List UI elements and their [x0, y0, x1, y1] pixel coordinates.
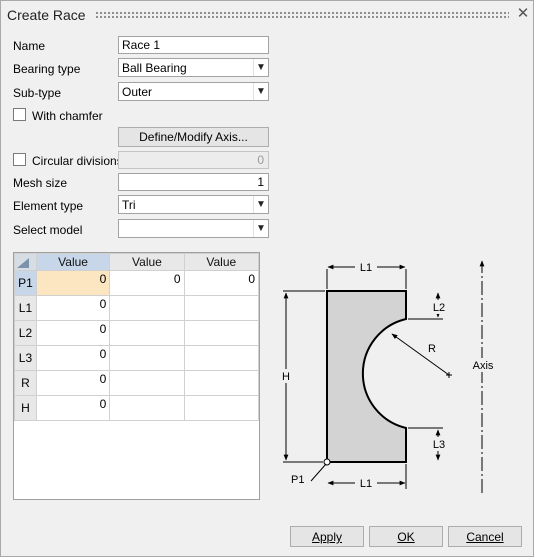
table-row: L1 0 [14, 295, 259, 321]
create-race-dialog: Create Race ✕ Name Race 1 Bearing type B… [0, 0, 534, 557]
diagram-label-l1-bottom: L1 [360, 478, 372, 490]
diagram-label-l1-top: L1 [360, 262, 372, 274]
table-row: H 0 [14, 395, 259, 421]
apply-label: Apply [311, 530, 343, 544]
subtype-value: Outer [122, 85, 153, 99]
grid-cell[interactable]: 0 [35, 395, 111, 421]
grid-cell[interactable] [109, 345, 185, 371]
subtype-select[interactable]: Outer ▼ [118, 82, 269, 101]
subtype-label: Sub-type [13, 86, 62, 100]
grid-cell[interactable]: 0 [183, 270, 259, 296]
grid-cell[interactable] [183, 295, 259, 321]
row-header-l1[interactable]: L1 [14, 295, 37, 321]
chamfer-checkbox[interactable] [13, 108, 26, 121]
race-diagram: L1 L1 H L2 L3 R Axis P1 [278, 260, 497, 493]
circular-divisions-checkbox[interactable] [13, 153, 26, 166]
diagram-label-r: R [428, 343, 436, 355]
grid-cell[interactable]: 0 [35, 370, 111, 396]
mesh-size-input[interactable]: 1 [118, 173, 269, 191]
table-row: P1 0 0 0 [14, 270, 259, 296]
circular-divisions-input[interactable]: 0 [118, 151, 269, 169]
column-header[interactable]: Value [109, 253, 185, 271]
table-row: L3 0 [14, 345, 259, 371]
mesh-size-label: Mesh size [13, 176, 68, 190]
close-icon[interactable]: ✕ [516, 6, 530, 22]
grid-cell[interactable] [183, 345, 259, 371]
element-type-label: Element type [13, 199, 84, 213]
chevron-down-icon[interactable]: ▼ [253, 59, 268, 76]
parameter-table: Value Value Value P1 0 0 0 L1 0 L2 0 L3 … [14, 253, 259, 421]
cancel-button[interactable]: Cancel [448, 526, 522, 547]
grid-cell[interactable] [183, 395, 259, 421]
grid-cell[interactable] [109, 370, 185, 396]
row-header-p1[interactable]: P1 [14, 270, 37, 296]
grid-cell[interactable]: 0 [35, 320, 111, 346]
drag-grip[interactable] [95, 11, 509, 19]
window-title: Create Race [7, 7, 86, 23]
row-header-h[interactable]: H [14, 395, 37, 421]
bearing-type-select[interactable]: Ball Bearing ▼ [118, 58, 269, 77]
element-type-select[interactable]: Tri ▼ [118, 195, 269, 214]
select-model-select[interactable]: ▼ [118, 219, 269, 238]
apply-button[interactable]: Apply [290, 526, 364, 547]
table-row: L2 0 [14, 320, 259, 346]
select-model-label: Select model [13, 223, 83, 237]
name-label: Name [13, 39, 46, 53]
chevron-down-icon[interactable]: ▼ [253, 220, 268, 237]
diagram-label-l2: L2 [433, 302, 445, 314]
ok-button[interactable]: OK [369, 526, 443, 547]
diagram-label-p1: P1 [291, 474, 304, 486]
grid-cell[interactable] [109, 295, 185, 321]
name-input[interactable]: Race 1 [118, 36, 269, 54]
grid-cell[interactable]: 0 [35, 345, 111, 371]
row-header-l3[interactable]: L3 [14, 345, 37, 371]
column-header[interactable]: Value [35, 253, 111, 271]
grid-cell[interactable]: 0 [35, 295, 111, 321]
chamfer-label: With chamfer [32, 109, 103, 123]
chevron-down-icon[interactable]: ▼ [253, 196, 268, 213]
row-header-r[interactable]: R [14, 370, 37, 396]
circular-divisions-label: Circular divisions [32, 154, 123, 168]
define-axis-button[interactable]: Define/Modify Axis... [118, 127, 269, 147]
diagram-label-axis: Axis [473, 360, 494, 372]
column-header[interactable]: Value [183, 253, 259, 271]
ok-label: OK [397, 530, 415, 544]
diagram-label-h: H [282, 371, 290, 383]
race-profile [326, 290, 407, 463]
grid-cell[interactable] [109, 395, 185, 421]
grid-cell[interactable] [183, 320, 259, 346]
cancel-label: Cancel [466, 530, 504, 544]
parameter-grid[interactable]: Value Value Value P1 0 0 0 L1 0 L2 0 L3 … [13, 252, 260, 500]
grid-cell[interactable]: 0 [109, 270, 185, 296]
table-row: R 0 [14, 370, 259, 396]
grid-cell[interactable]: 0 [35, 270, 111, 296]
chevron-down-icon[interactable]: ▼ [253, 83, 268, 100]
grid-cell[interactable] [109, 320, 185, 346]
title-bar[interactable]: Create Race ✕ [1, 1, 533, 29]
element-type-value: Tri [122, 198, 136, 212]
grid-cell[interactable] [183, 370, 259, 396]
bearing-type-value: Ball Bearing [122, 61, 187, 75]
grid-corner[interactable] [14, 253, 37, 271]
bearing-type-label: Bearing type [13, 62, 81, 76]
diagram-label-l3: L3 [433, 439, 445, 451]
row-header-l2[interactable]: L2 [14, 320, 37, 346]
